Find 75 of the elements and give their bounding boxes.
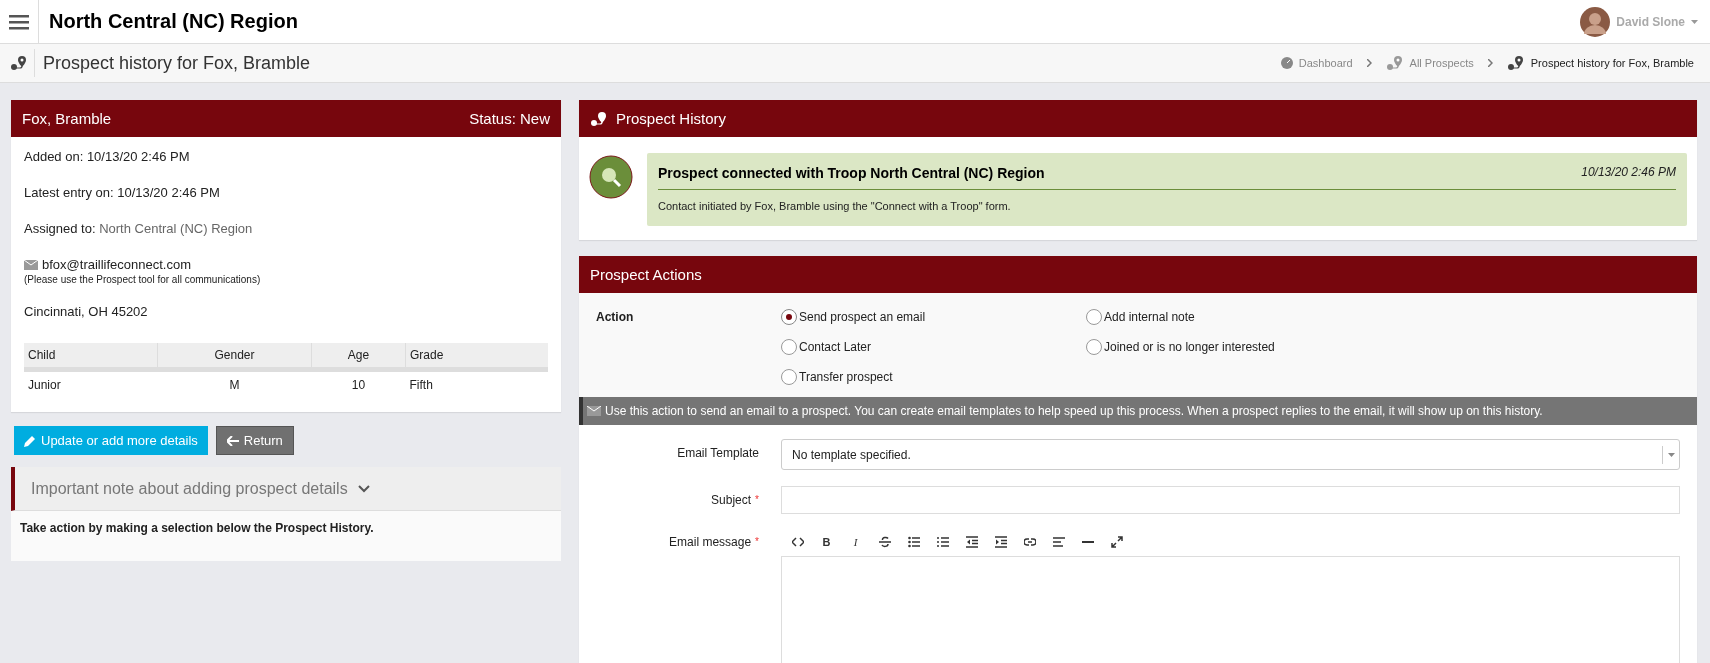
- action-option[interactable]: Transfer prospect: [781, 367, 1086, 387]
- added-date: Added on: 10/13/20 2:46 PM: [24, 148, 191, 166]
- envelope-icon: [24, 260, 38, 270]
- column-header: Gender: [157, 343, 312, 370]
- action-option[interactable]: Send prospect an email: [781, 307, 1086, 327]
- entry-text: Contact initiated by Fox, Bramble using the "Connect with a Troop" form.: [658, 199, 1012, 212]
- field-label: Email message: [669, 534, 752, 551]
- subject-field[interactable]: [781, 486, 1680, 514]
- column-header: Grade: [405, 343, 548, 370]
- caret-icon: [1691, 19, 1698, 24]
- radio-button[interactable]: [781, 369, 797, 385]
- required-mark: *: [755, 493, 759, 507]
- fullscreen-icon: [1110, 536, 1123, 548]
- note-toggle[interactable]: Important note about adding prospect details: [11, 467, 561, 511]
- field-label: Subject: [711, 492, 752, 509]
- link-icon: [1023, 536, 1036, 548]
- email-note: (Please use the Prospect tool for all communications): [24, 274, 262, 285]
- return-button[interactable]: Return: [215, 426, 294, 455]
- location: Cincinnati, OH 45202: [24, 303, 149, 321]
- numbered-list-icon: [936, 536, 949, 548]
- region-title: North Central (NC) Region: [49, 10, 299, 33]
- entry-title: Prospect connected with Troop North Central (NC) Region: [658, 165, 1046, 181]
- radio-button[interactable]: [1086, 339, 1102, 355]
- strikethrough-icon: [878, 536, 891, 548]
- route-pin-icon: [590, 110, 608, 127]
- route-pin-icon: [1385, 55, 1404, 71]
- table-cell: Junior: [24, 369, 158, 398]
- chevron-icon: [1366, 59, 1372, 67]
- action-option[interactable]: Add internal note: [1086, 307, 1275, 327]
- email-address: bfox@traillifeconnect.com: [42, 256, 192, 274]
- page-title: Prospect history for Fox, Bramble: [34, 49, 1281, 77]
- prospect-name: Fox, Bramble: [22, 110, 113, 127]
- status-label: Status: New: [469, 110, 550, 127]
- search-pin-icon: [589, 155, 633, 199]
- menu-icon: [9, 13, 29, 30]
- code-icon: [791, 536, 804, 548]
- entry-time: 10/13/20 2:46 PM: [1581, 165, 1676, 181]
- column-header: Age: [311, 343, 406, 370]
- action-option[interactable]: Joined or is no longer interested: [1086, 337, 1275, 357]
- indent-icon: [994, 536, 1007, 548]
- outdent-icon: [965, 536, 978, 548]
- table-cell: Fifth: [405, 369, 548, 398]
- field-label: Email Template: [677, 445, 759, 462]
- table-cell: 10: [311, 369, 406, 398]
- note-text: Take action by making a selection below the Prospect History.: [19, 520, 375, 537]
- bullet-list-icon: [907, 536, 920, 548]
- assigned-label: Assigned to:: [24, 221, 96, 236]
- toolbar-button[interactable]: B: [816, 532, 837, 552]
- route-pin-icon: [10, 55, 28, 71]
- required-mark: *: [755, 535, 759, 549]
- align-left-icon: [1052, 536, 1065, 548]
- breadcrumb-link[interactable]: Prospect history for Fox, Bramble: [1530, 57, 1694, 69]
- template-select[interactable]: No template specified.: [781, 439, 1680, 470]
- radio-button[interactable]: [1086, 309, 1102, 325]
- avatar: [1580, 6, 1611, 37]
- arrow-left-icon: [226, 435, 239, 446]
- toolbar-button[interactable]: I: [845, 532, 866, 552]
- dashboard-icon: [1280, 57, 1293, 69]
- caret-icon: [1667, 452, 1675, 457]
- chevron-down-icon: [357, 484, 370, 493]
- chevron-icon: [1487, 59, 1493, 67]
- radio-button[interactable]: [781, 309, 797, 325]
- info-text: Use this action to send an email to a prospect. You can create email templates to help speed up this process. When a prospect replies to the email, it will show up on this history.: [605, 404, 1543, 418]
- table-cell: M: [157, 369, 312, 398]
- section-title: Prospect History: [616, 110, 728, 127]
- envelope-icon: [587, 406, 601, 416]
- action-label: Action: [596, 309, 635, 326]
- latest-entry-date: Latest entry on: 10/13/20 2:46 PM: [24, 184, 221, 202]
- route-pin-icon: [1506, 55, 1525, 71]
- pencil-icon: [24, 434, 36, 447]
- assigned-region: North Central (NC) Region: [99, 221, 253, 236]
- radio-button[interactable]: [781, 339, 797, 355]
- action-option[interactable]: Contact Later: [781, 337, 1086, 357]
- section-title: Prospect Actions: [590, 266, 703, 283]
- column-header: Child: [24, 343, 158, 370]
